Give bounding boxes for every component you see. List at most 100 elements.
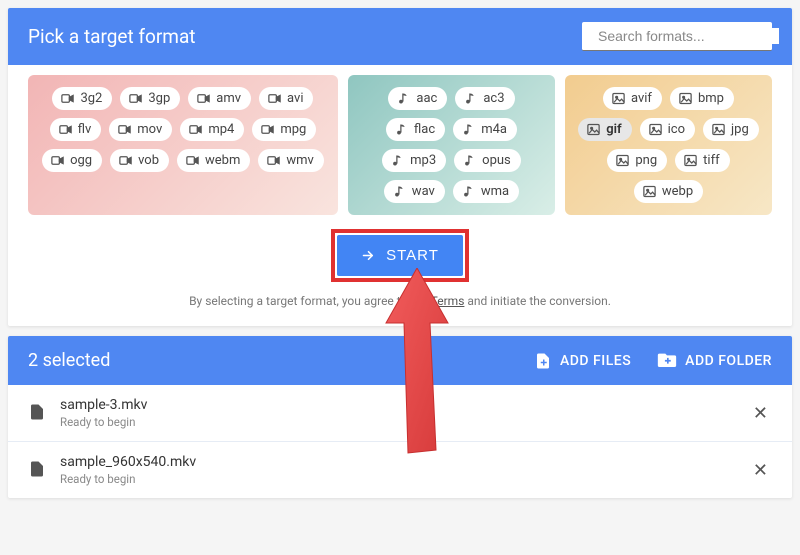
format-chip-label: gif — [606, 122, 621, 137]
audio-icon — [392, 184, 407, 199]
format-chip-mp3[interactable]: mp3 — [382, 149, 446, 172]
video-icon — [60, 91, 75, 106]
format-chip-webp[interactable]: webp — [634, 180, 703, 203]
add-files-button[interactable]: ADD FILES — [534, 352, 631, 370]
format-chip-label: tiff — [703, 153, 719, 168]
format-picker-header: Pick a target format — [8, 8, 792, 65]
format-chip-label: ico — [668, 122, 685, 137]
image-icon — [611, 91, 626, 106]
terms-prefix: By selecting a target format, you agree … — [189, 294, 431, 308]
video-icon — [185, 153, 200, 168]
video-icon — [128, 91, 143, 106]
file-status: Ready to begin — [60, 415, 735, 429]
format-chip-label: jpg — [731, 122, 749, 137]
format-chip-label: 3g2 — [80, 91, 102, 106]
format-chip-label: ogg — [70, 153, 92, 168]
remove-file-button[interactable]: ✕ — [749, 456, 772, 485]
format-chip-ogg[interactable]: ogg — [42, 149, 102, 172]
terms-link[interactable]: Terms — [431, 294, 465, 308]
format-chip-ico[interactable]: ico — [640, 118, 695, 141]
format-chip-m4a[interactable]: m4a — [453, 118, 517, 141]
image-icon — [586, 122, 601, 137]
search-box[interactable] — [582, 22, 772, 51]
video-icon — [188, 122, 203, 137]
format-chip-bmp[interactable]: bmp — [670, 87, 734, 110]
format-chip-wmv[interactable]: wmv — [258, 149, 323, 172]
format-chip-mov[interactable]: mov — [109, 118, 172, 141]
format-chip-label: ac3 — [483, 91, 504, 106]
image-icon — [648, 122, 663, 137]
video-icon — [117, 122, 132, 137]
video-icon — [196, 91, 211, 106]
format-chip-label: aac — [416, 91, 437, 106]
format-chip-label: mp4 — [208, 122, 234, 137]
format-chip-gif[interactable]: gif — [578, 118, 631, 141]
format-chip-label: wav — [412, 184, 435, 199]
format-chip-jpg[interactable]: jpg — [703, 118, 759, 141]
terms-suffix: and initiate the conversion. — [464, 294, 611, 308]
search-input[interactable] — [598, 28, 779, 44]
format-chip-webm[interactable]: webm — [177, 149, 250, 172]
format-picker-title: Pick a target format — [28, 25, 196, 48]
format-chip-label: avi — [287, 91, 303, 106]
format-chip-avi[interactable]: avi — [259, 87, 313, 110]
format-chip-vob[interactable]: vob — [110, 149, 169, 172]
file-icon — [28, 403, 46, 423]
format-chip-flac[interactable]: flac — [386, 118, 445, 141]
format-chip-label: opus — [482, 153, 511, 168]
format-picker-panel: Pick a target format 3g2 3gp amv avi flvmov m… — [8, 8, 792, 326]
file-add-icon — [534, 352, 552, 370]
format-chip-tiff[interactable]: tiff — [675, 149, 729, 172]
image-format-group: avif bmp gif ico jpg png tiffwebp — [565, 75, 772, 215]
format-chip-label: png — [635, 153, 657, 168]
format-chip-3gp[interactable]: 3gp — [120, 87, 180, 110]
queue-panel: 2 selected ADD FILES ADD FOLDER sample-3… — [8, 336, 792, 498]
format-chip-mp4[interactable]: mp4 — [180, 118, 244, 141]
audio-icon — [394, 122, 409, 137]
format-chip-mpg[interactable]: mpg — [252, 118, 316, 141]
format-chip-avif[interactable]: avif — [603, 87, 662, 110]
format-chip-label: bmp — [698, 91, 724, 106]
video-icon — [58, 122, 73, 137]
format-chip-3g2[interactable]: 3g2 — [52, 87, 112, 110]
format-chip-wma[interactable]: wma — [453, 180, 519, 203]
start-button-label: START — [386, 247, 439, 264]
format-chip-label: wma — [481, 184, 509, 199]
audio-icon — [463, 91, 478, 106]
file-text: sample_960x540.mkvReady to begin — [60, 454, 735, 486]
format-chip-wav[interactable]: wav — [384, 180, 445, 203]
file-row: sample_960x540.mkvReady to begin ✕ — [8, 442, 792, 498]
file-text: sample-3.mkvReady to begin — [60, 397, 735, 429]
format-groups: 3g2 3gp amv avi flvmov mp4 mpg ogg vobwebmwmv aa… — [28, 75, 772, 215]
image-icon — [642, 184, 657, 199]
file-icon — [28, 460, 46, 480]
terms-row: By selecting a target format, you agree … — [28, 294, 772, 308]
format-body: 3g2 3gp amv avi flvmov mp4 mpg ogg vobwebmwmv aa… — [8, 65, 792, 326]
selected-count-label: 2 selected — [28, 350, 110, 371]
file-name: sample_960x540.mkv — [60, 454, 735, 470]
file-list: sample-3.mkvReady to begin✕sample_960x54… — [8, 385, 792, 498]
format-chip-aac[interactable]: aac — [388, 87, 447, 110]
remove-file-button[interactable]: ✕ — [749, 399, 772, 428]
start-row: START — [28, 229, 772, 282]
add-folder-label: ADD FOLDER — [685, 353, 772, 369]
format-chip-ac3[interactable]: ac3 — [455, 87, 514, 110]
format-chip-label: mp3 — [410, 153, 436, 168]
video-icon — [50, 153, 65, 168]
video-format-group: 3g2 3gp amv avi flvmov mp4 mpg ogg vobwebmwmv — [28, 75, 338, 215]
format-chip-flv[interactable]: flv — [50, 118, 102, 141]
video-icon — [118, 153, 133, 168]
image-icon — [711, 122, 726, 137]
audio-icon — [461, 122, 476, 137]
format-chip-amv[interactable]: amv — [188, 87, 251, 110]
format-chip-label: m4a — [481, 122, 507, 137]
start-button[interactable]: START — [337, 235, 463, 276]
folder-add-icon — [657, 352, 677, 370]
audio-icon — [390, 153, 405, 168]
format-chip-opus[interactable]: opus — [454, 149, 521, 172]
add-folder-button[interactable]: ADD FOLDER — [657, 352, 772, 370]
queue-header: 2 selected ADD FILES ADD FOLDER — [8, 336, 792, 385]
image-icon — [683, 153, 698, 168]
format-chip-png[interactable]: png — [607, 149, 667, 172]
format-chip-label: 3gp — [148, 91, 170, 106]
